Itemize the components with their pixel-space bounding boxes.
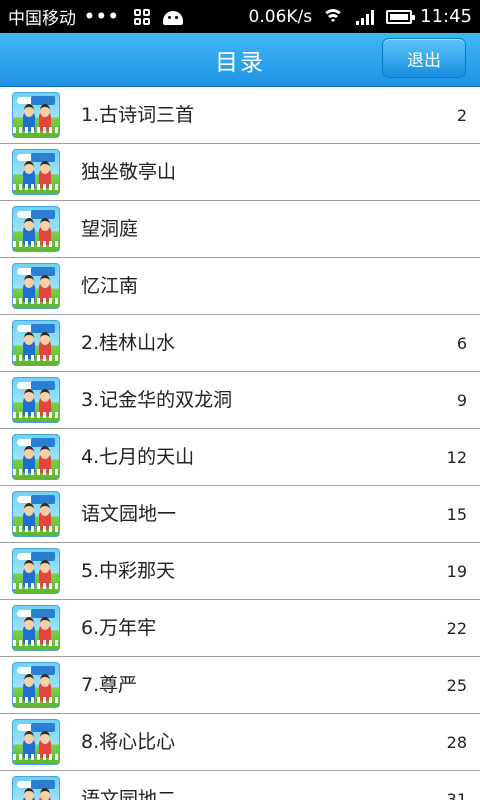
toc-item-page-number: 19 [446, 562, 467, 581]
book-cover-icon [12, 719, 60, 765]
toc-list-item[interactable]: 2.桂林山水 6 [0, 315, 480, 372]
book-cover-icon [12, 92, 60, 138]
toc-item-title: 4.七月的天山 [81, 446, 195, 468]
book-cover-icon [12, 377, 60, 423]
page-title: 目录 [215, 49, 265, 76]
android-icon [162, 9, 184, 25]
toc-item-page-number: 25 [446, 676, 467, 695]
toc-item-page-number: 9 [456, 391, 467, 410]
toc-list-item[interactable]: 5.中彩那天 19 [0, 543, 480, 600]
book-cover-icon [12, 149, 60, 195]
grid-icon [133, 8, 150, 25]
toc-item-page-number: 22 [446, 619, 467, 638]
toc-item-title: 语文园地二 [81, 788, 177, 800]
toc-list-item[interactable]: 6.万年牢 22 [0, 600, 480, 657]
toc-list-item[interactable]: 忆江南 [0, 258, 480, 315]
status-bar: 中国移动 ••• 0.06K/s 11:45 [0, 0, 480, 33]
carrier-name: 中国移动 [8, 9, 76, 29]
signal-icon [356, 9, 375, 25]
toc-item-title: 语文园地一 [81, 503, 177, 525]
clock: 11:45 [420, 6, 472, 27]
toc-item-page-number: 31 [446, 790, 467, 800]
toc-item-title: 6.万年牢 [81, 617, 157, 639]
toc-list-item[interactable]: 4.七月的天山 12 [0, 429, 480, 486]
toc-item-page-number: 2 [456, 106, 467, 125]
toc-item-page-number: 6 [456, 334, 467, 353]
toc-list-item[interactable]: 望洞庭 [0, 201, 480, 258]
book-cover-icon [12, 776, 60, 800]
toc-list-item[interactable]: 3.记金华的双龙洞 9 [0, 372, 480, 429]
book-cover-icon [12, 320, 60, 366]
toc-item-page-number: 15 [446, 505, 467, 524]
toc-list-item[interactable]: 语文园地一 15 [0, 486, 480, 543]
toc-list-item[interactable]: 8.将心比心 28 [0, 714, 480, 771]
toc-item-title: 望洞庭 [81, 218, 139, 240]
book-cover-icon [12, 491, 60, 537]
book-cover-icon [12, 662, 60, 708]
toc-list-item[interactable]: 独坐敬亭山 [0, 144, 480, 201]
book-cover-icon [12, 434, 60, 480]
book-cover-icon [12, 206, 60, 252]
book-cover-icon [12, 548, 60, 594]
toc-item-title: 忆江南 [81, 275, 139, 297]
battery-icon [386, 9, 416, 24]
toc-item-title: 5.中彩那天 [81, 560, 176, 582]
toc-item-title: 独坐敬亭山 [81, 161, 177, 183]
toc-item-title: 7.尊严 [81, 674, 138, 696]
toc-item-title: 1.古诗词三首 [81, 104, 195, 126]
toc-item-page-number: 28 [446, 733, 467, 752]
book-cover-icon [12, 263, 60, 309]
book-cover-icon [12, 605, 60, 651]
toc-item-title: 3.记金华的双龙洞 [81, 389, 233, 411]
toc-list-item[interactable]: 1.古诗词三首 2 [0, 87, 480, 144]
toc-list: 1.古诗词三首 2 独坐敬亭山望洞庭忆江南 2.桂林山水 6 3.记金华的双龙洞 9 4.七月… [0, 87, 480, 800]
exit-button[interactable]: 退出 [382, 38, 466, 78]
toc-item-title: 8.将心比心 [81, 731, 176, 753]
wifi-icon [322, 8, 345, 26]
toc-item-page-number: 12 [446, 448, 467, 467]
app-header: 目录 退出 [0, 33, 480, 87]
signal-dots: ••• [84, 6, 120, 27]
toc-list-item[interactable]: 7.尊严 25 [0, 657, 480, 714]
toc-list-item[interactable]: 语文园地二 31 [0, 771, 480, 800]
network-speed: 0.06K/s [248, 6, 313, 27]
toc-item-title: 2.桂林山水 [81, 332, 176, 354]
